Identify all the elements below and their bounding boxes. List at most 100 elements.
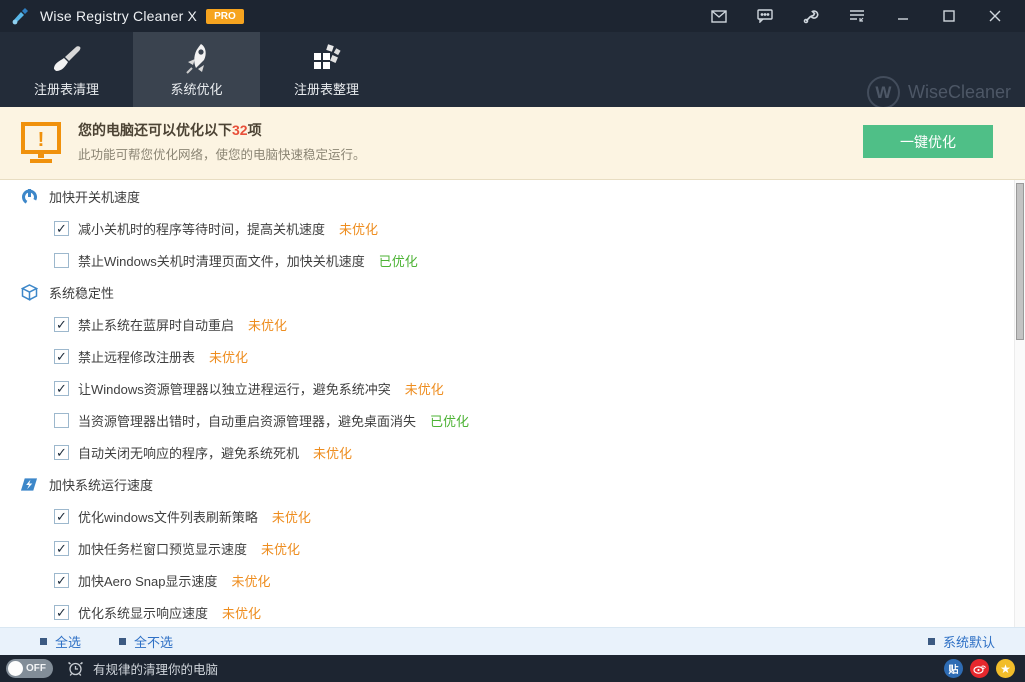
tuneup-item: ✓ 减小关机时的程序等待时间，提高关机速度未优化 [0, 212, 1025, 244]
item-status: 未优化 [272, 507, 311, 526]
bullet-icon [119, 638, 126, 645]
item-checkbox[interactable]: ✓ [54, 541, 69, 556]
section-header: 系统稳定性 [0, 276, 1025, 308]
social-links: 贴 ★ [944, 659, 1015, 678]
tuneup-list: 加快开关机速度✓减小关机时的程序等待时间，提高关机速度未优化禁止Windows关… [0, 180, 1025, 627]
tab-registry-cleaner[interactable]: 注册表清理 [3, 32, 130, 107]
item-label: 减小关机时的程序等待时间，提高关机速度 [78, 219, 325, 238]
tuneup-item: ✓ 优化系统显示响应速度未优化 [0, 596, 1025, 627]
tab-label: 注册表清理 [34, 79, 99, 98]
item-label: 优化系统显示响应速度 [78, 603, 208, 622]
feedback-icon[interactable] [742, 0, 788, 32]
section-header: 加快系统运行速度 [0, 468, 1025, 500]
item-status: 未优化 [313, 443, 352, 462]
app-logo-icon [10, 6, 30, 26]
item-label: 当资源管理器出错时，自动重启资源管理器，避免桌面消失 [78, 411, 416, 430]
item-status: 未优化 [339, 219, 378, 238]
speed-icon [20, 477, 38, 492]
item-status: 已优化 [430, 411, 469, 430]
section-title: 加快开关机速度 [49, 187, 140, 206]
vertical-scrollbar[interactable] [1014, 180, 1025, 627]
weibo-icon[interactable] [970, 659, 989, 678]
menu-icon[interactable] [834, 0, 880, 32]
item-label: 加快Aero Snap显示速度 [78, 571, 217, 590]
item-status: 未优化 [231, 571, 270, 590]
item-label: 加快任务栏窗口预览显示速度 [78, 539, 247, 558]
section-title: 加快系统运行速度 [49, 475, 153, 494]
tab-system-tuneup[interactable]: 系统优化 [133, 32, 260, 107]
mail-icon[interactable] [696, 0, 742, 32]
item-checkbox[interactable] [54, 413, 69, 428]
scrollbar-thumb[interactable] [1016, 183, 1024, 340]
item-label: 禁止系统在蓝屏时自动重启 [78, 315, 234, 334]
item-status: 未优化 [248, 315, 287, 334]
item-status: 未优化 [222, 603, 261, 622]
item-label: 让Windows资源管理器以独立进程运行，避免系统冲突 [78, 379, 391, 398]
tuneup-item: ✓ 自动关闭无响应的程序，避免系统死机未优化 [0, 436, 1025, 468]
wisecleaner-logo: W WiseCleaner [867, 76, 1011, 109]
toggle-knob [8, 661, 23, 676]
titlebar-buttons [696, 0, 1018, 32]
optimizable-count: 32 [232, 122, 248, 138]
optimize-summary-banner: ! 您的电脑还可以优化以下32项 此功能可帮您优化网络，使您的电脑快速稳定运行。… [0, 107, 1025, 180]
item-checkbox[interactable]: ✓ [54, 573, 69, 588]
item-checkbox[interactable]: ✓ [54, 605, 69, 620]
item-checkbox[interactable]: ✓ [54, 317, 69, 332]
system-default-link[interactable]: 系统默认 [928, 632, 995, 651]
wisecleaner-logo-text: WiseCleaner [908, 82, 1011, 103]
main-tab-bar: 注册表清理 系统优化 [0, 32, 1025, 107]
close-button[interactable] [972, 0, 1018, 32]
pro-badge: PRO [206, 9, 244, 24]
select-all-link[interactable]: 全选 [40, 632, 81, 651]
tuneup-item: ✓ 优化windows文件列表刷新策略未优化 [0, 500, 1025, 532]
tab-label: 注册表整理 [294, 79, 359, 98]
monitor-warning-icon: ! [20, 121, 62, 165]
wrench-icon[interactable] [788, 0, 834, 32]
minimize-button[interactable] [880, 0, 926, 32]
tuneup-item: ✓ 禁止远程修改注册表未优化 [0, 340, 1025, 372]
banner-subtitle: 此功能可帮您优化网络，使您的电脑快速稳定运行。 [78, 144, 366, 163]
wisecleaner-logo-icon: W [867, 76, 900, 109]
tab-label: 系统优化 [170, 79, 222, 98]
maximize-button[interactable] [926, 0, 972, 32]
tuneup-item: ✓ 禁止系统在蓝屏时自动重启未优化 [0, 308, 1025, 340]
tieba-icon[interactable]: 贴 [944, 659, 963, 678]
item-checkbox[interactable]: ✓ [54, 509, 69, 524]
item-status: 未优化 [261, 539, 300, 558]
app-window: Wise Registry Cleaner X PRO [0, 0, 1025, 682]
item-checkbox[interactable]: ✓ [54, 221, 69, 236]
item-label: 优化windows文件列表刷新策略 [78, 507, 258, 526]
title-bar: Wise Registry Cleaner X PRO [0, 0, 1025, 32]
bullet-icon [928, 638, 935, 645]
item-checkbox[interactable]: ✓ [54, 445, 69, 460]
window-title: Wise Registry Cleaner X [40, 8, 197, 24]
schedule-toggle[interactable]: OFF [6, 659, 53, 678]
cube-icon [20, 284, 38, 301]
item-checkbox[interactable] [54, 253, 69, 268]
alarm-clock-icon [67, 660, 84, 677]
item-label: 禁止Windows关机时清理页面文件，加快关机速度 [78, 251, 365, 270]
tuneup-item: ✓ 让Windows资源管理器以独立进程运行，避免系统冲突未优化 [0, 372, 1025, 404]
tuneup-item: 禁止Windows关机时清理页面文件，加快关机速度已优化 [0, 244, 1025, 276]
defrag-icon [310, 39, 344, 77]
tab-registry-defrag[interactable]: 注册表整理 [263, 32, 390, 107]
svg-text:!: ! [38, 129, 45, 151]
item-checkbox[interactable]: ✓ [54, 381, 69, 396]
item-status: 未优化 [405, 379, 444, 398]
item-status: 已优化 [379, 251, 418, 270]
one-click-optimize-button[interactable]: 一键优化 [863, 125, 993, 158]
item-label: 禁止远程修改注册表 [78, 347, 195, 366]
brush-icon [50, 39, 84, 77]
banner-title: 您的电脑还可以优化以下32项 [78, 120, 262, 140]
tuneup-item: ✓ 加快任务栏窗口预览显示速度未优化 [0, 532, 1025, 564]
section-header: 加快开关机速度 [0, 180, 1025, 212]
item-checkbox[interactable]: ✓ [54, 349, 69, 364]
select-none-link[interactable]: 全不选 [119, 632, 173, 651]
item-label: 自动关闭无响应的程序，避免系统死机 [78, 443, 299, 462]
item-status: 未优化 [209, 347, 248, 366]
power-icon [20, 188, 38, 205]
schedule-message: 有规律的清理你的电脑 [93, 659, 218, 678]
section-title: 系统稳定性 [49, 283, 114, 302]
qzone-icon[interactable]: ★ [996, 659, 1015, 678]
tuneup-item: ✓ 加快Aero Snap显示速度未优化 [0, 564, 1025, 596]
